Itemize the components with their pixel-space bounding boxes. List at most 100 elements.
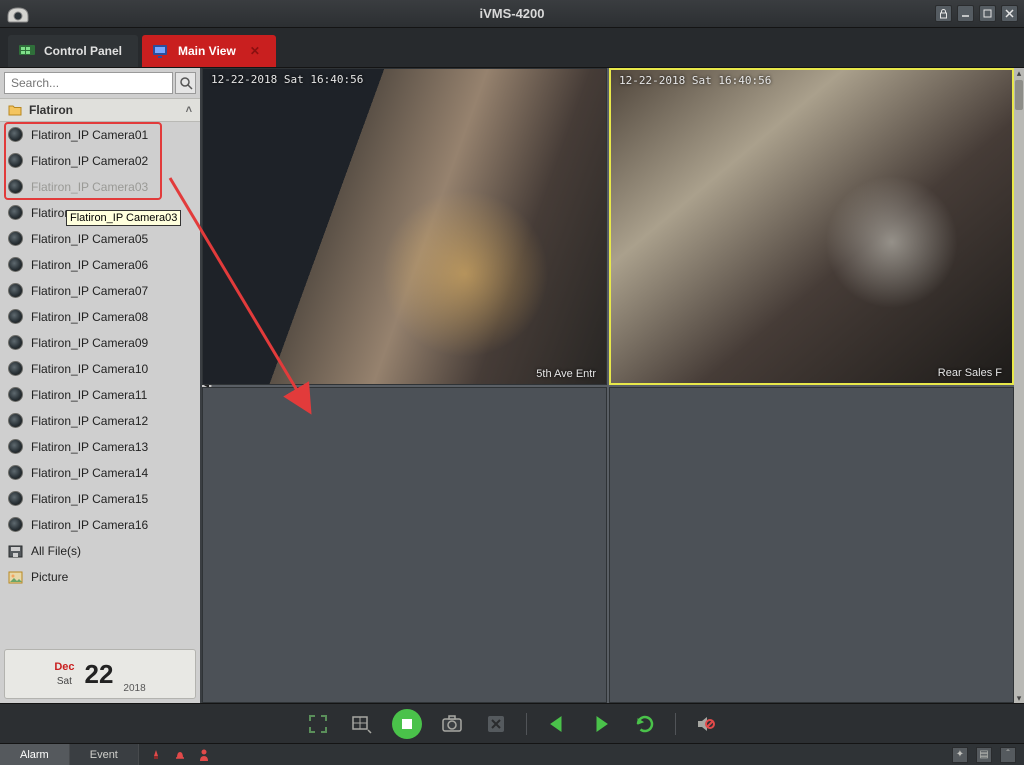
camera-label: Flatiron_IP Camera13 <box>31 440 148 454</box>
window-controls <box>935 5 1018 22</box>
search-input[interactable] <box>4 72 173 94</box>
video-cell-4[interactable] <box>609 387 1014 704</box>
date-day: 22 <box>85 659 114 690</box>
alarm-bell-icon[interactable] <box>173 748 187 762</box>
date-year: 2018 <box>123 683 145 698</box>
camera-label: Flatiron_IP Camera08 <box>31 310 148 324</box>
camera-item-08[interactable]: Flatiron_IP Camera08 <box>0 304 200 330</box>
camera-item-04[interactable]: Flatiron <box>0 200 200 226</box>
maximize-icon[interactable] <box>979 5 996 22</box>
camera-label: Flatiron_IP Camera01 <box>31 128 148 142</box>
camera-icon <box>8 517 23 532</box>
camera-item-06[interactable]: Flatiron_IP Camera06 <box>0 252 200 278</box>
fullscreen-button[interactable] <box>304 710 332 738</box>
camera-icon <box>8 231 23 246</box>
date-month: Dec <box>54 662 74 673</box>
camera-item-10[interactable]: Flatiron_IP Camera10 <box>0 356 200 382</box>
date-dow: Sat <box>57 677 72 687</box>
camera-item-03[interactable]: Flatiron_IP Camera03 <box>0 174 200 200</box>
camera-item-09[interactable]: Flatiron_IP Camera09 <box>0 330 200 356</box>
camera-label: Flatiron_IP Camera07 <box>31 284 148 298</box>
camera-item-12[interactable]: Flatiron_IP Camera12 <box>0 408 200 434</box>
minimize-icon[interactable] <box>957 5 974 22</box>
folder-icon <box>8 104 22 116</box>
camera-label: Flatiron_IP Camera16 <box>31 518 148 532</box>
picture-icon <box>8 571 23 584</box>
mute-button[interactable] <box>692 710 720 738</box>
tab-close-icon[interactable]: ✕ <box>250 44 260 58</box>
sidebar: Flatiron ˄ Flatiron_IP Camera01 Flatiron… <box>0 68 202 703</box>
camera-tree: Flatiron ˄ Flatiron_IP Camera01 Flatiron… <box>0 98 200 645</box>
disk-icon <box>8 545 23 558</box>
picture-label: Picture <box>31 570 68 584</box>
main-view-icon <box>152 43 170 59</box>
next-button[interactable] <box>587 710 615 738</box>
close-icon[interactable] <box>1001 5 1018 22</box>
main-area: Flatiron ˄ Flatiron_IP Camera01 Flatiron… <box>0 68 1024 703</box>
playback-toolbar <box>0 703 1024 743</box>
video-cell-2[interactable]: 12-22-2018 Sat 16:40:56 Rear Sales F <box>609 68 1014 385</box>
scroll-thumb[interactable] <box>1015 80 1023 110</box>
camera-item-15[interactable]: Flatiron_IP Camera15 <box>0 486 200 512</box>
camera-icon <box>8 205 23 220</box>
footer-pin-icon[interactable]: ✦ <box>952 747 968 763</box>
control-panel-icon <box>18 43 36 59</box>
footer-tab-label: Event <box>90 749 118 761</box>
camera-icon <box>8 153 23 168</box>
lock-icon[interactable] <box>935 5 952 22</box>
cycle-button[interactable] <box>631 710 659 738</box>
camera-item-14[interactable]: Flatiron_IP Camera14 <box>0 460 200 486</box>
layout-button[interactable] <box>348 710 376 738</box>
camera-feed <box>611 70 1012 383</box>
scroll-up-icon[interactable]: ▴ <box>1017 68 1022 78</box>
footer-tab-alarm[interactable]: Alarm <box>0 744 70 765</box>
camera-icon <box>8 257 23 272</box>
stop-icon <box>402 719 412 729</box>
tabbar: Control Panel Main View ✕ <box>0 28 1024 68</box>
picture-item[interactable]: Picture <box>0 564 200 590</box>
camera-icon <box>8 465 23 480</box>
prev-button[interactable] <box>543 710 571 738</box>
alarm-bulb-icon[interactable] <box>149 748 163 762</box>
camera-item-02[interactable]: Flatiron_IP Camera02 <box>0 148 200 174</box>
camera-item-05[interactable]: Flatiron_IP Camera05 <box>0 226 200 252</box>
camera-item-07[interactable]: Flatiron_IP Camera07 <box>0 278 200 304</box>
video-cell-1[interactable]: 12-22-2018 Sat 16:40:56 5th Ave Entr <box>202 68 607 385</box>
all-files-label: All File(s) <box>31 544 81 558</box>
camera-icon <box>8 361 23 376</box>
camera-icon <box>8 179 23 194</box>
snapshot-button[interactable] <box>438 710 466 738</box>
stop-button[interactable] <box>392 709 422 739</box>
footer-log-icon[interactable]: ▤ <box>976 747 992 763</box>
camera-item-13[interactable]: Flatiron_IP Camera13 <box>0 434 200 460</box>
scroll-down-icon[interactable]: ▾ <box>1017 693 1022 703</box>
camera-label: Flatiron_IP Camera06 <box>31 258 148 272</box>
feed-timestamp: 12-22-2018 Sat 16:40:56 <box>619 74 771 87</box>
camera-item-11[interactable]: Flatiron_IP Camera11 <box>0 382 200 408</box>
vertical-scrollbar[interactable]: ▴ ▾ <box>1014 68 1024 703</box>
app-title: iVMS-4200 <box>479 6 544 21</box>
all-files-item[interactable]: All File(s) <box>0 538 200 564</box>
camera-item-01[interactable]: Flatiron_IP Camera01 <box>0 122 200 148</box>
camera-icon <box>8 335 23 350</box>
camera-icon <box>8 439 23 454</box>
search-button[interactable] <box>175 72 196 94</box>
camera-label: Flatiron_IP Camera09 <box>31 336 148 350</box>
camera-icon <box>8 413 23 428</box>
camera-icon <box>8 283 23 298</box>
camera-feed <box>203 69 606 384</box>
video-grid: 12-22-2018 Sat 16:40:56 5th Ave Entr 12-… <box>202 68 1024 703</box>
group-flatiron[interactable]: Flatiron ˄ <box>0 98 200 122</box>
tab-label: Main View <box>178 44 236 58</box>
close-all-button[interactable] <box>482 710 510 738</box>
tab-control-panel[interactable]: Control Panel <box>8 35 138 67</box>
footer-tab-event[interactable]: Event <box>70 744 139 765</box>
alarm-person-icon[interactable] <box>197 748 211 762</box>
video-cell-3[interactable] <box>202 387 607 704</box>
camera-item-16[interactable]: Flatiron_IP Camera16 <box>0 512 200 538</box>
feed-camera-name: Rear Sales F <box>938 367 1002 379</box>
footer-expand-icon[interactable]: ˆ <box>1000 747 1016 763</box>
footer-spacer <box>211 744 952 765</box>
camera-label: Flatiron_IP Camera15 <box>31 492 148 506</box>
tab-main-view[interactable]: Main View ✕ <box>142 35 276 67</box>
